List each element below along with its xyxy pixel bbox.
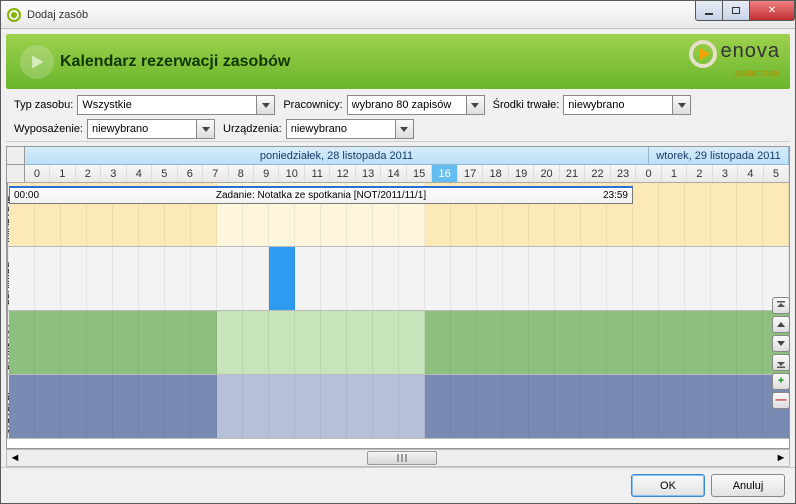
typ-zasobu-select[interactable] — [77, 95, 257, 115]
filter-bar: Typ zasobu: Pracownicy: Środki trwałe: W… — [6, 89, 790, 142]
hour-cell[interactable]: 0 — [25, 165, 50, 182]
wyposazenie-select[interactable] — [87, 119, 197, 139]
hour-cell[interactable]: 8 — [229, 165, 254, 182]
minimize-button[interactable] — [695, 1, 723, 21]
scroll-left-icon[interactable]: ◄ — [7, 450, 23, 466]
hour-cell[interactable]: 0 — [636, 165, 661, 182]
scroll-toolbar: + — — [772, 297, 790, 409]
hour-cell[interactable]: 6 — [178, 165, 203, 182]
urzadzenia-label: Urządzenia: — [223, 123, 282, 135]
hour-cell[interactable]: 2 — [687, 165, 712, 182]
urzadzenia-dropdown-button[interactable] — [396, 119, 414, 139]
hour-cell[interactable]: 5 — [764, 165, 789, 182]
hour-cell[interactable]: 21 — [560, 165, 585, 182]
scroll-top-button[interactable] — [772, 297, 790, 314]
hour-cell[interactable]: 3 — [101, 165, 126, 182]
hour-cell[interactable]: 22 — [585, 165, 610, 182]
resource-row[interactable]: BEDNARE… — [7, 247, 789, 311]
resource-row[interactable]: STRZELEC… — [7, 375, 789, 439]
play-icon — [20, 45, 54, 79]
srodki-label: Środki trwałe: — [493, 99, 560, 111]
task-bar[interactable]: 00:00 Zadanie: Notatka ze spotkania [NOT/… — [9, 186, 633, 204]
add-row-button[interactable]: + — [772, 373, 790, 390]
hour-cell[interactable]: 14 — [381, 165, 406, 182]
resource-row[interactable]: BUJAK DO… — [7, 311, 789, 375]
maximize-button[interactable] — [722, 1, 750, 21]
remove-row-button[interactable]: — — [772, 392, 790, 409]
close-button[interactable]: ✕ — [749, 1, 795, 21]
srodki-dropdown-button[interactable] — [673, 95, 691, 115]
scroll-up-button[interactable] — [772, 316, 790, 333]
hour-cell[interactable]: 1 — [50, 165, 75, 182]
window-title: Dodaj zasób — [27, 9, 88, 21]
hour-cell[interactable]: 4 — [738, 165, 763, 182]
scroll-down-button[interactable] — [772, 335, 790, 352]
wyposazenie-dropdown-button[interactable] — [197, 119, 215, 139]
day-header-2[interactable]: wtorek, 29 listopada 2011 — [649, 147, 789, 165]
task-start: 00:00 — [14, 190, 39, 201]
pracownicy-label: Pracownicy: — [283, 99, 342, 111]
title-bar[interactable]: Dodaj zasób ✕ — [1, 1, 795, 29]
urzadzenia-select[interactable] — [286, 119, 396, 139]
pracownicy-select[interactable] — [347, 95, 467, 115]
scroll-bottom-button[interactable] — [772, 354, 790, 371]
hour-cell[interactable]: 18 — [483, 165, 508, 182]
typ-zasobu-label: Typ zasobu: — [14, 99, 73, 111]
hour-cell[interactable]: 3 — [713, 165, 738, 182]
scroll-right-icon[interactable]: ► — [773, 450, 789, 466]
hour-cell[interactable]: 15 — [407, 165, 432, 182]
cancel-button[interactable]: Anuluj — [711, 474, 785, 497]
dialog-footer: OK Anuluj — [1, 467, 795, 503]
pracownicy-dropdown-button[interactable] — [467, 95, 485, 115]
hour-cell[interactable]: 20 — [534, 165, 559, 182]
calendar-area: poniedziałek, 28 listopada 2011 wtorek, … — [6, 146, 790, 449]
hour-cell[interactable]: 9 — [254, 165, 279, 182]
hour-cell[interactable]: 7 — [203, 165, 228, 182]
day-header-1[interactable]: poniedziałek, 28 listopada 2011 — [25, 147, 649, 165]
resource-row[interactable]: ANDRZEJE…00:00Zadanie: Notatka ze spotka… — [7, 183, 789, 247]
dialog-window: Dodaj zasób ✕ Kalendarz rezerwacji zasob… — [0, 0, 796, 504]
typ-zasobu-dropdown-button[interactable] — [257, 95, 275, 115]
scrollbar-thumb[interactable] — [367, 451, 437, 465]
hour-cell[interactable]: 17 — [458, 165, 483, 182]
hour-cell[interactable]: 11 — [305, 165, 330, 182]
wyposazenie-label: Wyposażenie: — [14, 123, 83, 135]
hour-cell[interactable]: 2 — [76, 165, 101, 182]
hour-cell[interactable]: 4 — [127, 165, 152, 182]
hour-cell[interactable]: 12 — [330, 165, 355, 182]
horizontal-scrollbar[interactable]: ◄ ► — [6, 449, 790, 467]
hour-cell[interactable]: 10 — [279, 165, 304, 182]
hour-cell[interactable]: 1 — [662, 165, 687, 182]
task-title: Zadanie: Notatka ze spotkania [NOT/2011/… — [216, 190, 426, 201]
hour-cell[interactable]: 16 — [432, 165, 457, 182]
brand-logo: enova pakiet zloty — [689, 40, 781, 78]
page-title: Kalendarz rezerwacji zasobów — [60, 53, 290, 71]
header-banner: Kalendarz rezerwacji zasobów enova pakie… — [6, 34, 790, 89]
hour-cell[interactable]: 13 — [356, 165, 381, 182]
task-end: 23:59 — [603, 190, 628, 201]
hour-cell[interactable]: 5 — [152, 165, 177, 182]
app-icon — [7, 8, 21, 22]
ok-button[interactable]: OK — [631, 474, 705, 497]
srodki-select[interactable] — [563, 95, 673, 115]
hour-cell[interactable]: 19 — [509, 165, 534, 182]
hour-cell[interactable]: 23 — [611, 165, 636, 182]
